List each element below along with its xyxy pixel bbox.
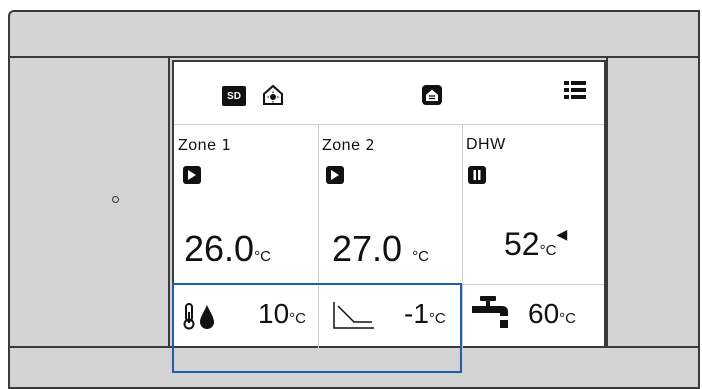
panel-divider-top bbox=[8, 56, 700, 58]
panel-divider-right bbox=[606, 56, 608, 348]
dhw-pause-icon[interactable] bbox=[468, 166, 486, 184]
zone2-temperature: 27.0 °C bbox=[332, 228, 429, 270]
zone-divider-2 bbox=[462, 124, 463, 348]
zone2-label: Zone 2 bbox=[322, 136, 375, 155]
power-led-indicator bbox=[112, 196, 119, 203]
house-mode-icon[interactable] bbox=[422, 85, 442, 105]
dhw-temperature-unit: °C bbox=[539, 242, 557, 259]
panel-divider-left bbox=[168, 56, 170, 348]
zone2-temperature-value: 27.0 bbox=[332, 228, 403, 269]
dhw-label: DHW bbox=[466, 136, 506, 154]
zone1-number: 1 bbox=[221, 136, 231, 154]
zone2-temperature-unit: °C bbox=[412, 248, 429, 265]
zone1-play-icon[interactable] bbox=[183, 166, 201, 184]
zone1-temperature-value: 26.0 bbox=[184, 228, 255, 269]
house-sun-icon[interactable] bbox=[262, 84, 284, 106]
tap-icon bbox=[470, 294, 514, 330]
dhw-setpoint-value: 60 bbox=[528, 298, 560, 329]
zone1-temperature: 26.0°C bbox=[184, 228, 271, 270]
zone2-number: 2 bbox=[365, 136, 375, 154]
dhw-setpoint: 60°C bbox=[528, 298, 576, 330]
zone1-label: Zone 1 bbox=[178, 136, 231, 155]
zone1-temperature-unit: °C bbox=[254, 248, 271, 265]
sd-card-icon[interactable]: SD bbox=[222, 86, 246, 106]
dhw-setpoint-unit: °C bbox=[559, 310, 576, 327]
zone1-label-text: Zone bbox=[178, 137, 217, 154]
status-bar-divider bbox=[174, 124, 604, 125]
dhw-temperature: 52°C ◀ bbox=[504, 226, 567, 263]
selection-highlight bbox=[172, 283, 462, 373]
dhw-label-text: DHW bbox=[466, 136, 506, 153]
zone2-play-icon[interactable] bbox=[326, 166, 344, 184]
sd-card-label: SD bbox=[227, 90, 241, 102]
zone2-label-text: Zone bbox=[322, 137, 361, 154]
dhw-active-indicator: ◀ bbox=[556, 226, 568, 242]
menu-icon[interactable] bbox=[564, 80, 586, 100]
dhw-temperature-value: 52 bbox=[504, 226, 540, 262]
